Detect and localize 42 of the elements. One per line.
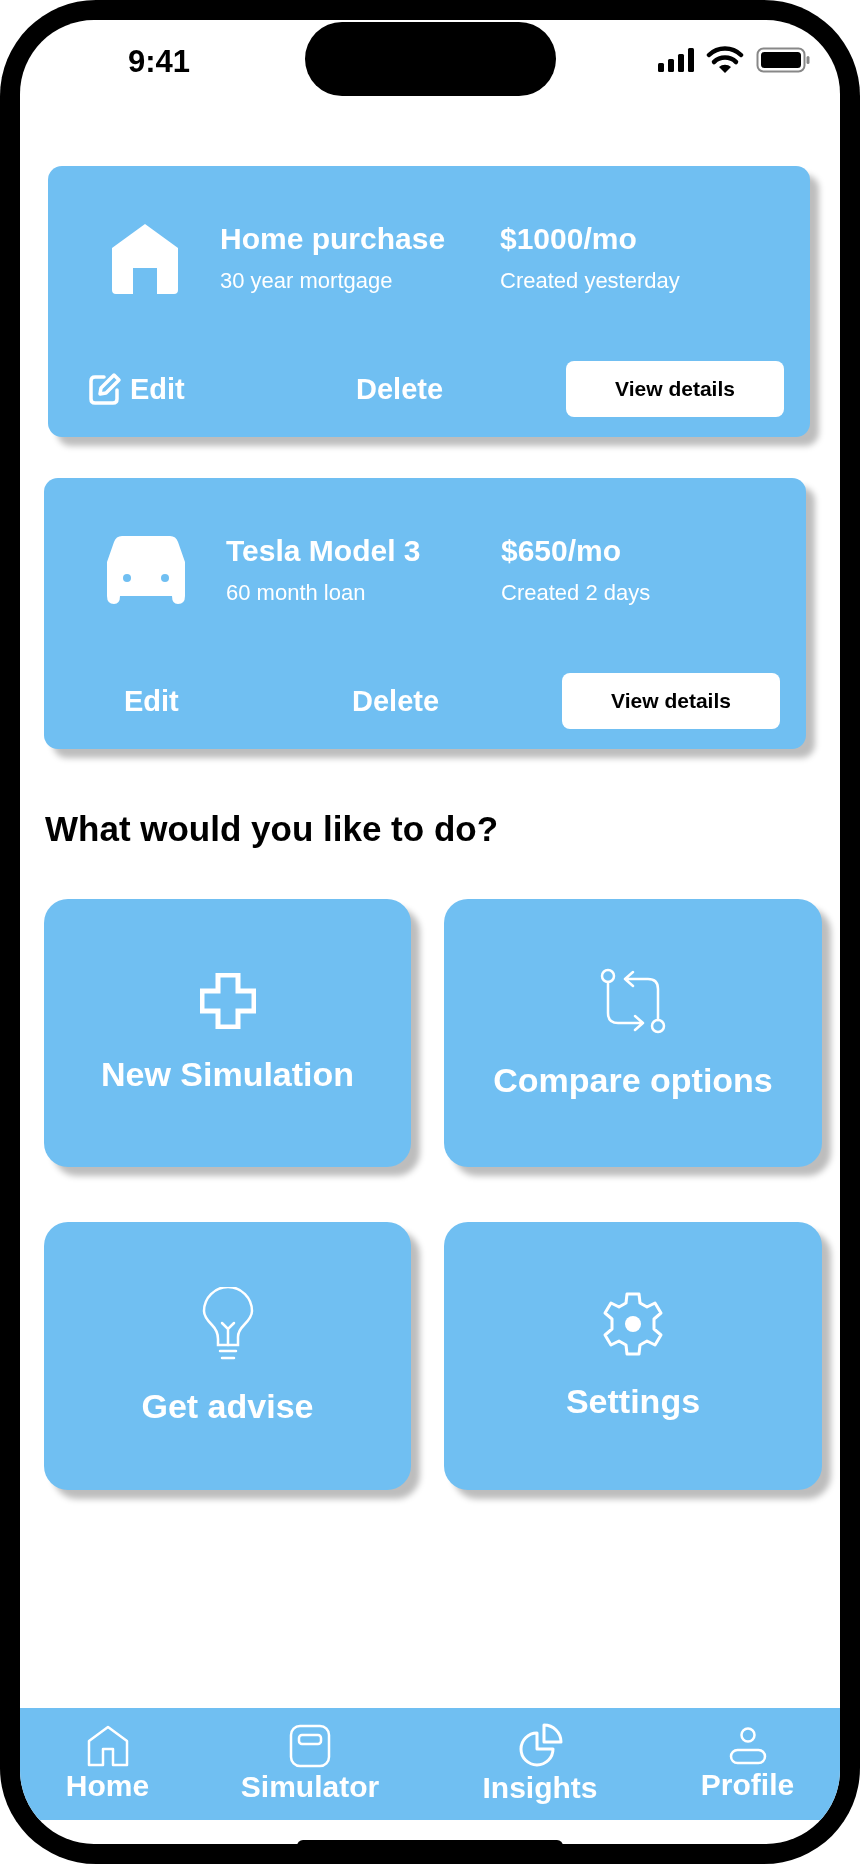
created-date: Created yesterday [500,268,681,294]
delete-button[interactable]: Delete [352,684,440,718]
battery-icon [756,47,810,73]
lightbulb-icon [201,1286,254,1361]
home-icon [86,1725,129,1767]
compare-icon [599,966,667,1035]
tile-label: Get advise [141,1386,314,1426]
tile-label: New Simulation [100,1054,355,1094]
nav-tab[interactable]: Simulator [195,1708,425,1820]
view-details-button[interactable]: View details [562,673,780,729]
wifi-icon [706,46,744,74]
nav-tab[interactable]: Profile [655,1708,840,1820]
gear-icon [602,1291,664,1356]
plan-subtitle: 30 year mortgage [220,268,394,294]
nav-tab[interactable]: Insights [425,1708,655,1820]
plan-subtitle: 60 month loan [226,580,367,606]
nav-tab[interactable]: Home [20,1708,195,1820]
edit-icon [88,372,122,406]
clock-time: 9:41 [128,44,191,80]
house-icon [110,222,180,296]
plus-icon [199,972,256,1029]
section-heading: What would you like to do? [45,809,500,849]
edit-button[interactable]: Edit [124,684,179,718]
pie-chart-icon [517,1723,563,1769]
view-details-button[interactable]: View details [566,361,784,417]
tile-label: Compare options [493,1060,773,1100]
action-tile[interactable]: New Simulation [44,899,411,1167]
tile-label: Settings [565,1381,701,1421]
action-tile[interactable]: Settings [444,1222,822,1490]
plan-title: Tesla Model 3 [226,534,422,568]
person-icon [727,1726,768,1766]
created-date: Created 2 days [501,580,652,606]
car-icon [106,534,186,606]
action-tile[interactable]: Get advise [44,1222,411,1490]
signal-icon [658,48,694,72]
device-icon [289,1724,331,1768]
plan-title: Home purchase [220,222,447,256]
monthly-amount: $1000/mo [500,222,638,256]
action-tile[interactable]: Compare options [444,899,822,1167]
monthly-amount: $650/mo [501,534,623,568]
edit-button[interactable]: Edit [88,372,185,406]
delete-button[interactable]: Delete [356,372,444,406]
